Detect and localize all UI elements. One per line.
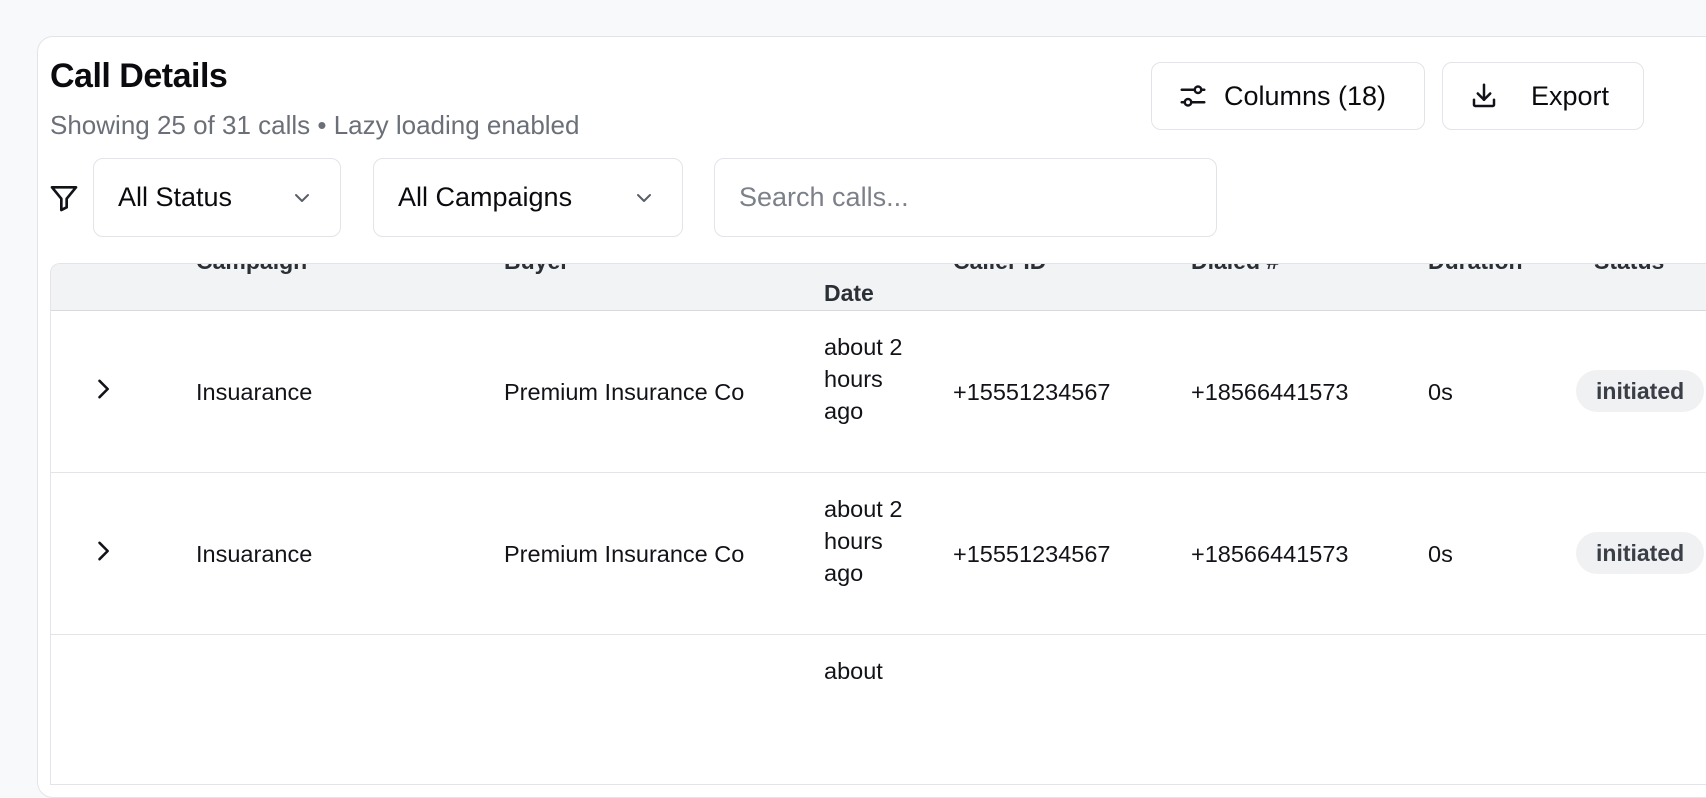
campaign-filter-select[interactable]: All Campaigns bbox=[373, 158, 683, 237]
cell-campaign: Insuarance bbox=[196, 541, 313, 567]
table-row[interactable]: about bbox=[51, 635, 1706, 784]
status-badge: initiated bbox=[1576, 370, 1705, 412]
status-filter-select[interactable]: All Status bbox=[93, 158, 341, 237]
page-title: Call Details bbox=[50, 57, 228, 95]
column-header-dialed[interactable]: Dialed # bbox=[1191, 264, 1279, 275]
chevron-right-icon[interactable] bbox=[89, 537, 117, 565]
status-filter-value: All Status bbox=[118, 182, 233, 212]
table-header: Campaign Buyer Date Caller ID Dialed # D… bbox=[51, 264, 1706, 311]
cell-caller-id: +15551234567 bbox=[953, 379, 1111, 405]
cell-date: about 2 hours ago bbox=[824, 496, 903, 586]
search-input[interactable] bbox=[714, 158, 1217, 237]
chevron-right-icon[interactable] bbox=[89, 375, 117, 403]
cell-duration: 0s bbox=[1428, 541, 1453, 567]
column-header-status[interactable]: Status bbox=[1594, 264, 1664, 275]
download-icon bbox=[1469, 81, 1499, 111]
sliders-icon bbox=[1178, 81, 1208, 111]
campaign-filter-value: All Campaigns bbox=[398, 182, 573, 212]
page-subtitle: Showing 25 of 31 calls • Lazy loading en… bbox=[50, 110, 580, 140]
column-header-buyer[interactable]: Buyer bbox=[504, 264, 569, 275]
table-row[interactable]: Insuarance Premium Insurance Co about 2 … bbox=[51, 311, 1706, 473]
chevron-down-icon bbox=[632, 186, 656, 210]
chevron-down-icon bbox=[290, 186, 314, 210]
cell-campaign: Insuarance bbox=[196, 379, 313, 405]
cell-buyer: Premium Insurance Co bbox=[504, 379, 745, 405]
status-badge: initiated bbox=[1576, 532, 1705, 574]
columns-button[interactable]: Columns (18) bbox=[1151, 62, 1425, 130]
cell-dialed: +18566441573 bbox=[1191, 379, 1349, 405]
columns-button-label: Columns (18) bbox=[1224, 80, 1387, 111]
column-header-date[interactable]: Date bbox=[824, 280, 874, 307]
cell-buyer: Premium Insurance Co bbox=[504, 541, 745, 567]
calls-table: Campaign Buyer Date Caller ID Dialed # D… bbox=[50, 263, 1706, 785]
cell-date: about bbox=[824, 658, 883, 684]
cell-duration: 0s bbox=[1428, 379, 1453, 405]
column-header-campaign[interactable]: Campaign bbox=[196, 264, 307, 275]
table-row[interactable]: Insuarance Premium Insurance Co about 2 … bbox=[51, 473, 1706, 635]
export-button[interactable]: Export bbox=[1442, 62, 1644, 130]
export-button-label: Export bbox=[1531, 80, 1610, 111]
column-header-duration[interactable]: Duration bbox=[1428, 264, 1523, 275]
cell-date: about 2 hours ago bbox=[824, 334, 903, 424]
cell-caller-id: +15551234567 bbox=[953, 541, 1111, 567]
column-header-caller-id[interactable]: Caller ID bbox=[953, 264, 1046, 275]
filter-icon bbox=[48, 182, 80, 214]
cell-dialed: +18566441573 bbox=[1191, 541, 1349, 567]
